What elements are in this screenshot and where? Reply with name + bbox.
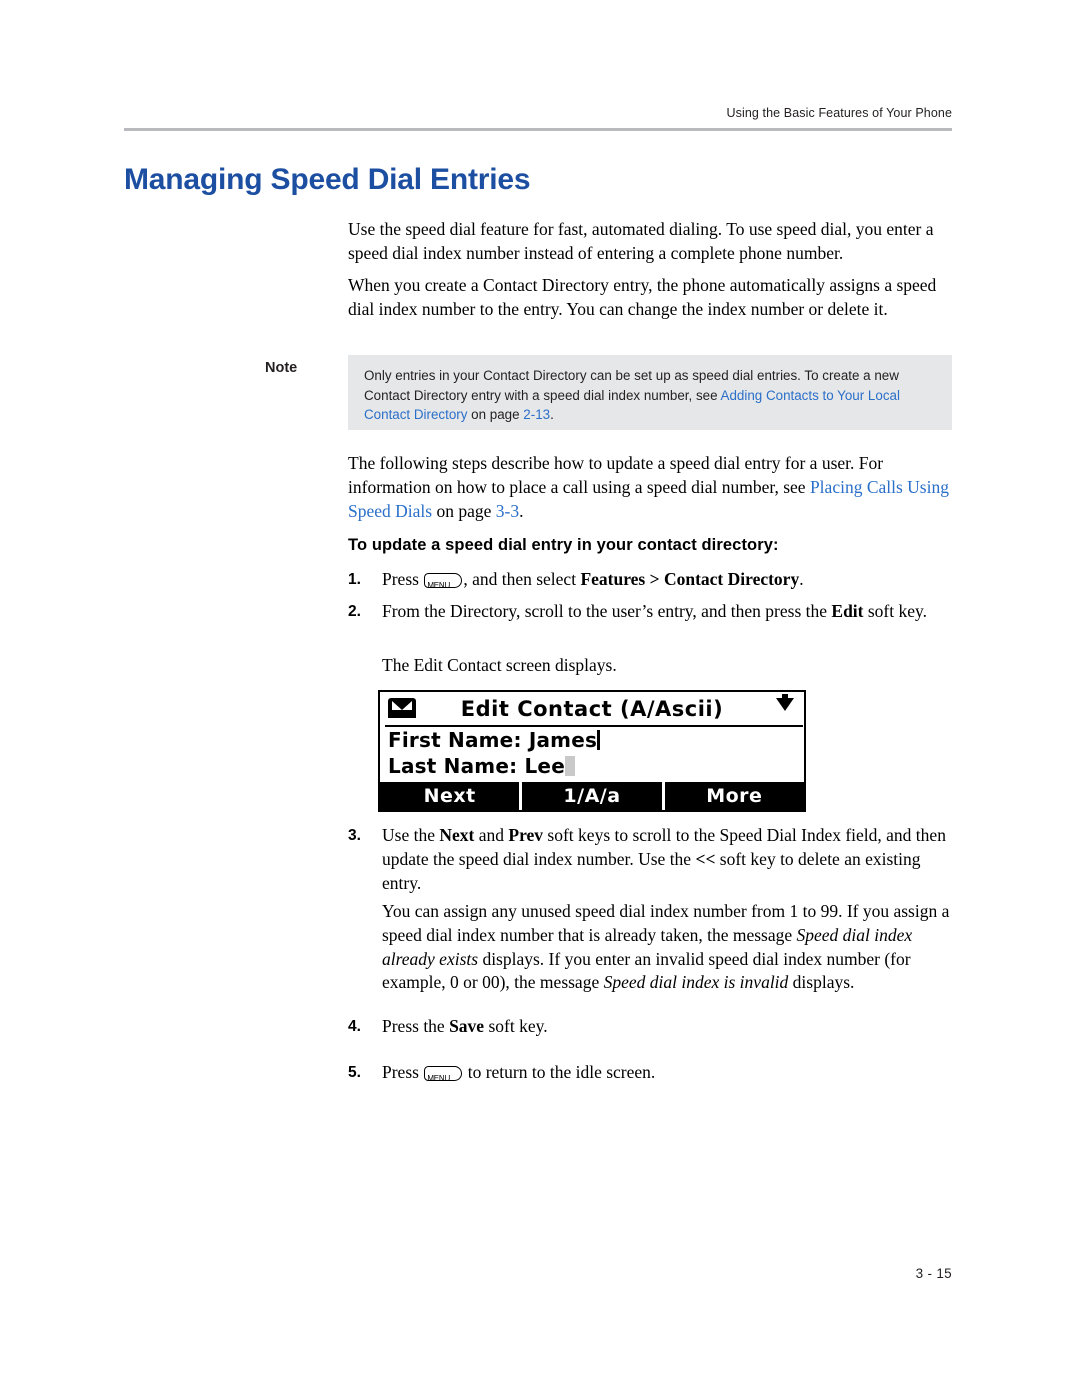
step-3-text: Use the Next and Prev soft keys to scrol…	[382, 824, 952, 895]
down-arrow-icon	[776, 698, 794, 711]
phone-screen-divider	[385, 725, 803, 727]
paragraph-3-page-ref[interactable]: 3-3	[496, 501, 519, 521]
step-5-number: 5.	[348, 1064, 361, 1081]
text-cursor	[597, 730, 601, 750]
phone-screen-title: Edit Contact (A/Ascii)	[460, 697, 724, 721]
step-2-line1: From the Directory, scroll to the user’s…	[382, 601, 832, 621]
phone-screen-figure: Edit Contact (A/Ascii) First Name: James…	[378, 690, 806, 812]
note-text: Only entries in your Contact Directory c…	[348, 355, 952, 425]
step-5-pre: Press	[382, 1062, 424, 1082]
step-2-line2: soft key.	[863, 601, 928, 621]
phone-screen-field-2: Last Name: Lee	[388, 754, 575, 778]
step-2-followup-text: The Edit Contact screen displays.	[382, 655, 617, 675]
paragraph-3-part1: The following steps describe how to upda…	[348, 453, 884, 497]
step-3-b3: <<	[695, 848, 716, 869]
step-3-number: 3.	[348, 827, 361, 844]
step-1-mid: , and then select	[463, 569, 581, 589]
step-2-bold: Edit	[831, 601, 864, 621]
paragraph-3: The following steps describe how to upda…	[348, 452, 952, 523]
header-divider	[124, 128, 952, 131]
step-2-number: 2.	[348, 603, 361, 620]
paragraph-2: When you create a Contact Directory entr…	[348, 275, 937, 319]
step-4-bold: Save	[449, 1016, 485, 1036]
note-label: Note	[265, 360, 298, 376]
phone-screen-field-1: First Name: James	[388, 728, 601, 752]
step-4-number: 4.	[348, 1018, 361, 1035]
note-page-ref[interactable]: 2-13	[523, 407, 550, 422]
page-number: 3 - 15	[915, 1266, 952, 1281]
menu-key-icon: MENU	[424, 573, 463, 590]
step-5-text: Press MENU to return to the idle screen.	[382, 1061, 952, 1085]
step-1-text: Press MENU, and then select Features > C…	[382, 568, 952, 592]
note-text-part2: on page	[467, 407, 524, 423]
paragraph-3-container: The following steps describe how to upda…	[348, 452, 952, 523]
document-page: Using the Basic Features of Your Phone M…	[0, 0, 1080, 1397]
step-1-bold: Features > Contact Directory	[580, 569, 800, 589]
step-3-pc: displays.	[788, 972, 855, 993]
paragraph-1: Use the speed dial feature for fast, aut…	[348, 219, 934, 263]
selection-block	[564, 756, 575, 776]
step-3-b2: Prev	[508, 825, 544, 845]
step-2: 2. From the Directory, scroll to the use…	[348, 600, 952, 624]
step-4-pre: Press the	[382, 1016, 450, 1036]
step-3-t1: Use the	[382, 825, 440, 845]
step-3-msg-2: Speed dial index is invalid	[603, 972, 789, 993]
paragraph-3-end: .	[519, 500, 524, 521]
step-1-pre: Press	[382, 569, 424, 589]
phone-screen-field-1-value: James	[528, 728, 598, 752]
menu-key-icon: MENU	[424, 1066, 463, 1083]
step-3-paragraph-text: You can assign any unused speed dial ind…	[382, 900, 952, 995]
step-5: 5. Press MENU to return to the idle scre…	[348, 1061, 952, 1085]
softkey-more[interactable]: More	[664, 782, 804, 810]
step-4-post: soft key.	[484, 1016, 548, 1036]
step-4: 4. Press the Save soft key.	[348, 1015, 952, 1039]
note-text-end: .	[550, 407, 554, 423]
paragraph-3-part2: on page	[432, 500, 496, 521]
phone-screen-field-2-label: Last Name:	[388, 754, 518, 778]
paragraph-1-container: Use the speed dial feature for fast, aut…	[348, 218, 952, 266]
step-1-post: .	[799, 569, 804, 589]
phone-screen-field-1-label: First Name:	[388, 728, 522, 752]
step-3-t2: and	[474, 825, 509, 845]
softkey-next[interactable]: Next	[380, 782, 520, 810]
step-3-b1: Next	[439, 825, 475, 845]
step-2-text: From the Directory, scroll to the user’s…	[382, 600, 952, 624]
phone-screen-field-2-value: Lee	[524, 754, 565, 778]
step-4-text: Press the Save soft key.	[382, 1015, 952, 1039]
step-5-post: to return to the idle screen.	[463, 1062, 656, 1082]
step-1: 1. Press MENU, and then select Features …	[348, 568, 952, 592]
note-box: Only entries in your Contact Directory c…	[348, 355, 952, 430]
step-3-paragraph: You can assign any unused speed dial ind…	[348, 900, 952, 995]
page-title: Managing Speed Dial Entries	[124, 163, 531, 196]
paragraph-2-container: When you create a Contact Directory entr…	[348, 274, 952, 322]
phone-softkey-bar: Next 1/A/a More	[380, 782, 804, 810]
running-head: Using the Basic Features of Your Phone	[726, 106, 952, 120]
subheading: To update a speed dial entry in your con…	[348, 536, 779, 554]
step-3: 3. Use the Next and Prev soft keys to sc…	[348, 824, 952, 895]
step-2-followup: The Edit Contact screen displays.	[348, 654, 952, 678]
step-1-number: 1.	[348, 571, 361, 588]
softkey-case-mode[interactable]: 1/A/a	[522, 782, 662, 810]
